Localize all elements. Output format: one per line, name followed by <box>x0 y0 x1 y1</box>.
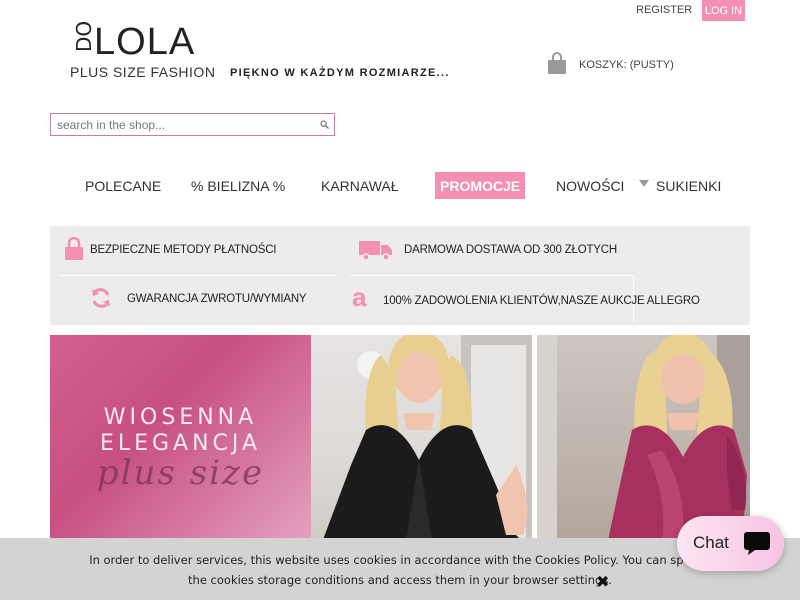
logo[interactable]: DO LOLA PLUS SIZE FASHION <box>50 20 220 84</box>
close-icon[interactable]: ✖ <box>596 572 609 591</box>
feature-label: DARMOWA DOSTAWA OD 300 ZŁOTYCH <box>404 244 617 256</box>
chat-bubble-icon <box>744 532 770 555</box>
search-input[interactable] <box>51 114 313 136</box>
photo-illustration <box>321 335 532 545</box>
nav-item-polecane[interactable]: POLECANE <box>85 172 161 199</box>
cookie-line2: the cookies storage conditions and acces… <box>188 573 612 587</box>
feature-label: BEZPIECZNE METODY PŁATNOŚCI <box>90 244 277 256</box>
nav-item-bielizna[interactable]: % BIELIZNA % <box>191 172 285 199</box>
nav-item-nowosci[interactable]: NOWOŚCI <box>556 172 624 199</box>
divider <box>60 275 336 276</box>
register-link[interactable]: REGISTER <box>636 4 692 16</box>
refresh-icon <box>92 288 110 308</box>
product-photo-magenta-dress[interactable] <box>537 335 750 545</box>
product-photo-black-dress[interactable] <box>311 335 532 545</box>
search-box <box>50 113 335 136</box>
chat-button[interactable]: Chat <box>677 516 784 571</box>
photo-illustration <box>537 335 750 545</box>
banner-line1: WIOSENNA <box>103 405 258 430</box>
chat-label: Chat <box>693 533 729 552</box>
nav-item-karnawal[interactable]: KARNAWAŁ <box>321 172 399 199</box>
logo-prefix: DO <box>72 20 96 52</box>
dropdown-arrow-icon[interactable] <box>639 180 649 187</box>
truck-icon <box>359 241 392 261</box>
features-band: BEZPIECZNE METODY PŁATNOŚCI DARMOWA DOST… <box>50 226 750 325</box>
nav-item-sukienki[interactable]: SUKIENKI <box>656 172 721 199</box>
shopping-bag-icon[interactable] <box>548 52 566 74</box>
banner-script: plus size <box>96 453 265 493</box>
cart-status[interactable]: KOSZYK: (PUSTY) <box>579 59 674 71</box>
feature-label[interactable]: 100% ZADOWOLENIA KLIENTÓW,NASZE AUKCJE A… <box>383 295 700 307</box>
lock-icon <box>65 237 83 260</box>
login-button[interactable]: LOG IN <box>702 0 745 21</box>
allegro-icon: a <box>352 282 367 312</box>
tagline: PIĘKNO W KAŻDYM ROZMIARZE... <box>230 67 450 79</box>
search-icon[interactable] <box>320 120 329 129</box>
promo-banner[interactable]: WIOSENNA ELEGANCJA plus size <box>50 335 311 545</box>
feature-label: GWARANCJA ZWROTU/WYMIANY <box>127 293 307 305</box>
divider <box>350 275 634 276</box>
nav-item-promocje[interactable]: PROMOCJE <box>435 172 526 199</box>
logo-subtitle: PLUS SIZE FASHION <box>70 64 216 80</box>
logo-name: LOLA <box>94 21 196 63</box>
